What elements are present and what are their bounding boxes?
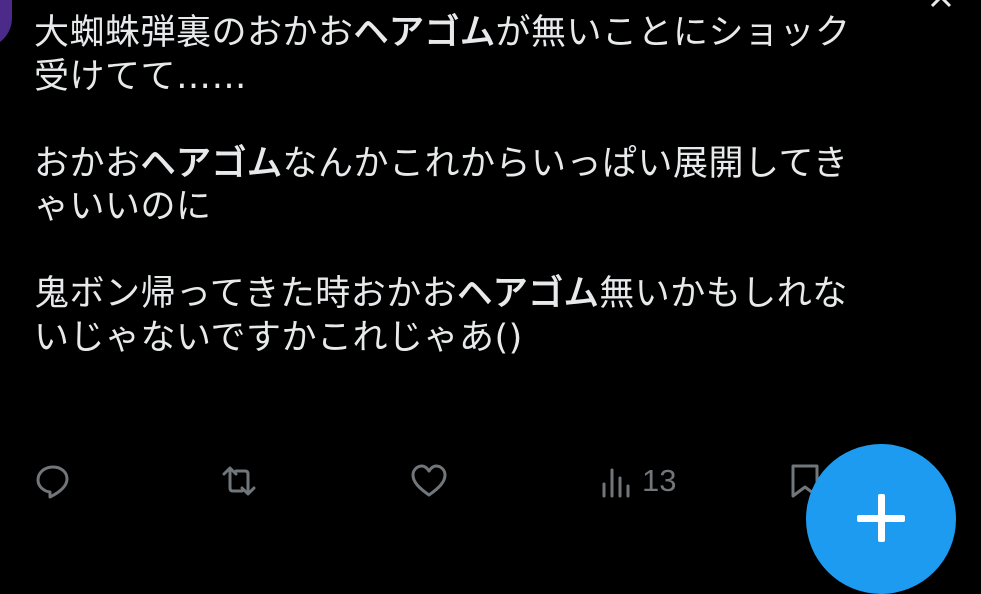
heart-icon xyxy=(411,464,447,497)
bold-text-run: ヘアゴム xyxy=(457,274,600,314)
like-button[interactable] xyxy=(410,462,448,500)
tweet-paragraph-3: 鬼ボン帰ってきた時おかおヘアゴム無いかもしれな いじゃないですかこれじゃあ() xyxy=(34,274,848,358)
views-count: 13 xyxy=(642,463,677,498)
avatar[interactable] xyxy=(0,0,12,48)
tweet-text: 大蜘蛛弾裏のおかおヘアゴムが無いことにショック 受けてて…… おかおヘアゴムなんか… xyxy=(34,12,954,360)
text-run: 鬼ボン帰ってきた時おかお xyxy=(34,274,458,314)
reply-button[interactable] xyxy=(34,462,72,500)
retweet-icon xyxy=(222,466,256,496)
reply-icon xyxy=(36,465,69,499)
bold-text-run: ヘアゴム xyxy=(353,13,496,53)
bold-text-run: ヘアゴム xyxy=(140,143,283,184)
views-button[interactable]: 13 xyxy=(598,462,676,500)
text-run: おかお xyxy=(34,143,141,184)
views-icon xyxy=(602,468,630,498)
retweet-button[interactable] xyxy=(220,462,258,500)
tweet-paragraph-1: 大蜘蛛弾裏のおかおヘアゴムが無いことにショック 受けてて…… xyxy=(34,13,851,97)
tweet-paragraph-2: おかおヘアゴムなんかこれからいっぱい展開してき ゃいいのに xyxy=(34,144,848,228)
text-run: 大蜘蛛弾裏のおかお xyxy=(34,13,354,53)
compose-button[interactable] xyxy=(806,444,956,594)
